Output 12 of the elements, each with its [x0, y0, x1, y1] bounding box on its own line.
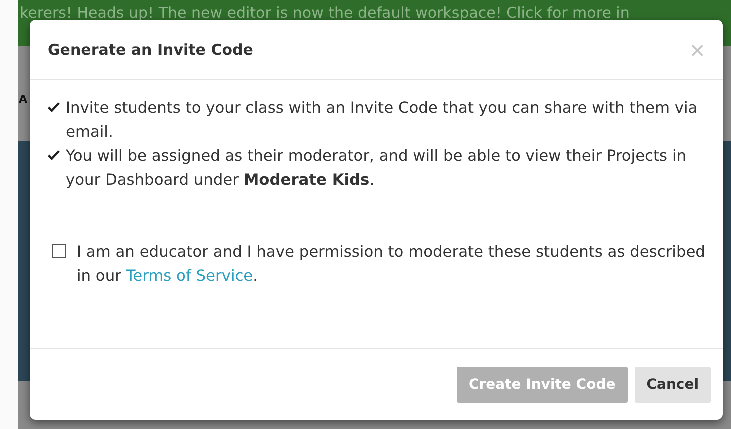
bullet-text: You will be assigned as their moderator, and will be able to view their Projects in your Dashboard under Moderate Kids.: [66, 146, 688, 191]
consent-text: I am an educator and I have permission to moderate these students as described in our Terms of Service.: [77, 242, 706, 287]
banner-text: kerers! Heads up! The new editor is now the default workspace! Click for more in: [20, 4, 630, 22]
close-button[interactable]: ×: [689, 38, 706, 62]
page-heading: A: [19, 93, 28, 106]
cancel-button[interactable]: Cancel: [634, 366, 711, 402]
check-icon: [47, 102, 61, 114]
dialog-title: Generate an Invite Code: [48, 40, 254, 58]
check-icon: [47, 150, 61, 162]
terms-link[interactable]: Terms of Service: [126, 267, 254, 285]
bullet-text: Invite students to your class with an Invite Code that you can share with them via email.: [66, 98, 699, 143]
checkbox[interactable]: [52, 244, 66, 258]
